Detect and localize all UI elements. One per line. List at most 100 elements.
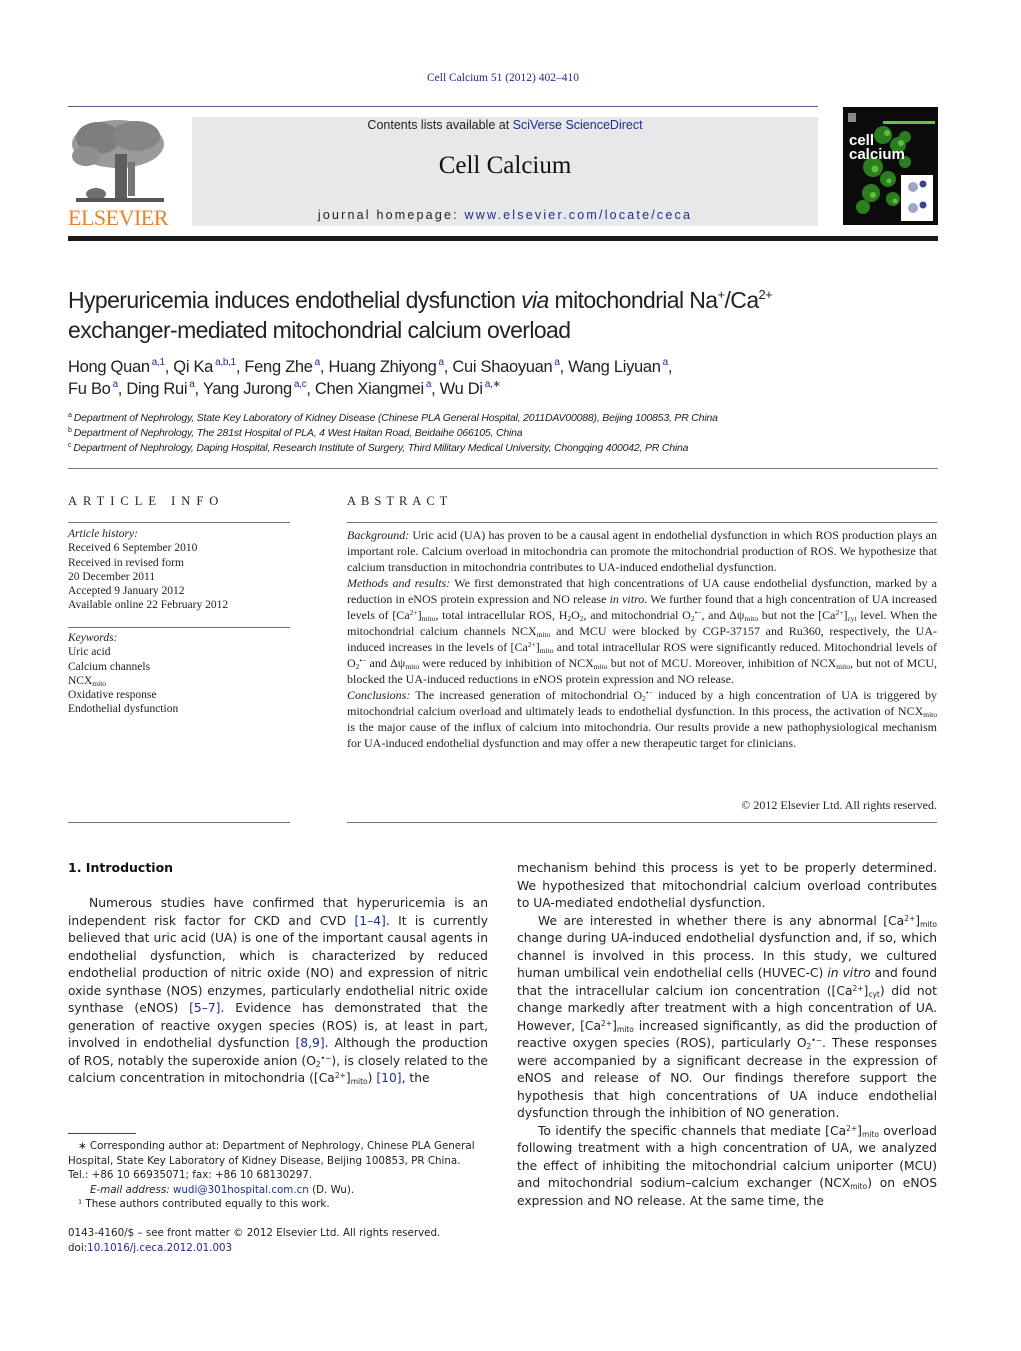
keyword-item[interactable]: Endothelial dysfunction <box>68 702 298 716</box>
abstract-text: Uric acid (UA) has proven to be a causal… <box>347 528 937 574</box>
abstract-rule <box>347 522 937 523</box>
section-heading-introduction: 1. Introduction <box>68 860 174 875</box>
elsevier-wordmark: ELSEVIER <box>68 205 168 230</box>
journal-cover-image[interactable]: cell calcium <box>843 107 938 225</box>
author-separator: , <box>194 380 203 398</box>
cover-title-line2: calcium <box>849 146 905 163</box>
author-name[interactable]: Wu Di <box>440 380 483 398</box>
author-separator: , <box>164 358 174 376</box>
article-info-rule <box>68 627 290 628</box>
keyword-item[interactable]: Calcium channels <box>68 660 298 674</box>
abstract-label: Background: <box>347 528 410 542</box>
front-matter: 0143-4160/$ – see front matter © 2012 El… <box>68 1226 488 1256</box>
footnote-contact: Tel.: +86 10 66935071; fax: +86 10 68130… <box>68 1169 313 1181</box>
affiliation-key: c <box>68 441 72 449</box>
affiliation-item: c Department of Nephrology, Daping Hospit… <box>68 441 948 456</box>
abstract-methods: Methods and results: We first demonstrat… <box>347 575 937 687</box>
affiliation-key: a <box>68 412 72 419</box>
abstract-rule <box>347 822 937 823</box>
article-info-rule <box>68 522 290 523</box>
author-name[interactable]: Hong Quan <box>68 358 150 376</box>
body-paragraph: To identify the specific channels that m… <box>517 1123 938 1208</box>
author-separator: , <box>559 358 569 376</box>
doi-line: doi:10.1016/j.ceca.2012.01.003 <box>68 1241 488 1256</box>
body-column-left: Numerous studies have confirmed that hyp… <box>68 895 488 1088</box>
author-name[interactable]: Fu Bo <box>68 380 111 398</box>
keyword-text: NCX <box>68 674 93 687</box>
email-label: E-mail address: <box>90 1183 173 1196</box>
journal-name: Cell Calcium <box>438 152 572 179</box>
title-superscript: + <box>717 287 726 302</box>
affiliation-item: b Department of Nephrology, The 281st Hos… <box>68 426 948 441</box>
homepage-link[interactable]: www.elsevier.com/locate/ceca <box>464 208 692 222</box>
keyword-item[interactable]: Uric acid <box>68 645 298 659</box>
author-affiliation-marker[interactable]: a,1 <box>152 357 165 368</box>
article-info-rule <box>68 822 290 823</box>
footnotes: ∗ Corresponding author at: Department of… <box>68 1139 488 1212</box>
elsevier-tree-icon <box>72 120 164 202</box>
title-text: /Ca <box>724 287 760 313</box>
keywords: Keywords: Uric acid Calcium channels NCX… <box>68 631 298 717</box>
author-separator: , <box>667 358 673 376</box>
history-item: 20 December 2011 <box>68 570 156 583</box>
abstract-label: Conclusions: <box>347 688 411 702</box>
affiliation-list: a Department of Nephrology, State Key Lab… <box>68 411 948 455</box>
body-column-right: mechanism behind this process is yet to … <box>517 860 937 1210</box>
footnote-equal-contribution: ¹ These authors contributed equally to t… <box>78 1198 330 1210</box>
affiliation-text: Department of Nephrology, The 281st Hosp… <box>73 426 523 439</box>
abstract-label: Methods and results: <box>347 576 451 590</box>
author-name[interactable]: Qi Ka <box>173 358 213 376</box>
abstract-copyright: © 2012 Elsevier Ltd. All rights reserved… <box>741 798 937 812</box>
sciencedirect-link[interactable]: SciVerse ScienceDirect <box>513 118 643 132</box>
keyword-subscript: mito <box>92 678 107 688</box>
author-name[interactable]: Feng Zhe <box>244 358 313 376</box>
journal-homepage-line: journal homepage: www.elsevier.com/locat… <box>192 208 818 222</box>
author-name[interactable]: Yang Jurong <box>203 380 292 398</box>
author-list: Hong Quan a,1, Qi Ka a,b,1, Feng Zhe a, Hua… <box>68 356 948 400</box>
cover-artwork: cell calcium <box>843 107 938 225</box>
author-separator: , <box>431 380 440 398</box>
title-text: Hyperuricemia induces endothelial dysfun… <box>68 287 522 313</box>
abstract-heading: ABSTRACT <box>347 494 453 508</box>
affiliation-text: Department of Nephrology, Daping Hospita… <box>73 441 689 454</box>
abstract-background: Background: Uric acid (UA) has proven to… <box>347 527 937 575</box>
affiliation-text: Department of Nephrology, State Key Labo… <box>73 412 718 424</box>
doi-link[interactable]: 10.1016/j.ceca.2012.01.003 <box>87 1242 232 1254</box>
history-item: Accepted 9 January 2012 <box>68 585 185 598</box>
author-name[interactable]: Cui Shaoyuan <box>452 358 552 376</box>
body-paragraph: mechanism behind this process is yet to … <box>517 861 937 910</box>
section-divider <box>68 468 938 469</box>
keyword-item[interactable]: NCXmito <box>68 674 298 688</box>
header-thick-rule <box>68 236 938 241</box>
keyword-item[interactable]: Oxidative response <box>68 688 298 702</box>
header-top-rule <box>68 106 818 107</box>
footnote-rule <box>68 1133 136 1134</box>
journal-citation[interactable]: Cell Calcium 51 (2012) 402–410 <box>0 72 1006 84</box>
author-affiliation-marker[interactable]: a,b,1 <box>215 357 236 368</box>
title-italic: via <box>521 287 549 313</box>
footnote-email: E-mail address: wudi@301hospital.com.cn … <box>68 1183 488 1198</box>
author-separator: , <box>306 380 315 398</box>
author-name[interactable]: Wang Liyuan <box>568 358 661 376</box>
history-item: Available online 22 February 2012 <box>68 599 229 612</box>
keywords-label: Keywords: <box>68 632 118 644</box>
abstract-body: Background: Uric acid (UA) has proven to… <box>347 527 937 751</box>
article-title: Hyperuricemia induces endothelial dysfun… <box>68 285 948 345</box>
body-paragraph: We are interested in whether there is an… <box>517 913 938 1121</box>
abstract-text: We first demonstrated that high concentr… <box>347 576 938 686</box>
author-affiliation-marker[interactable]: a,c <box>294 379 307 390</box>
affiliation-key: b <box>68 426 72 434</box>
author-name[interactable]: Chen Xiangmei <box>315 380 424 398</box>
author-name[interactable]: Ding Rui <box>126 380 187 398</box>
elsevier-logo[interactable]: ELSEVIER <box>68 116 168 231</box>
homepage-prefix: journal homepage: <box>317 208 465 222</box>
author-name[interactable]: Huang Zhiyong <box>328 358 436 376</box>
author-affiliation-marker[interactable]: a,∗ <box>485 379 501 390</box>
contents-prefix: Contents lists available at <box>367 118 513 132</box>
email-link[interactable]: wudi@301hospital.com.cn <box>173 1184 309 1196</box>
title-superscript: 2+ <box>758 287 773 302</box>
email-suffix: (D. Wu). <box>308 1183 355 1196</box>
history-item: Received 6 September 2010 <box>68 542 198 555</box>
title-text: mitochondrial Na <box>548 287 719 313</box>
doi-prefix: doi: <box>68 1242 88 1254</box>
